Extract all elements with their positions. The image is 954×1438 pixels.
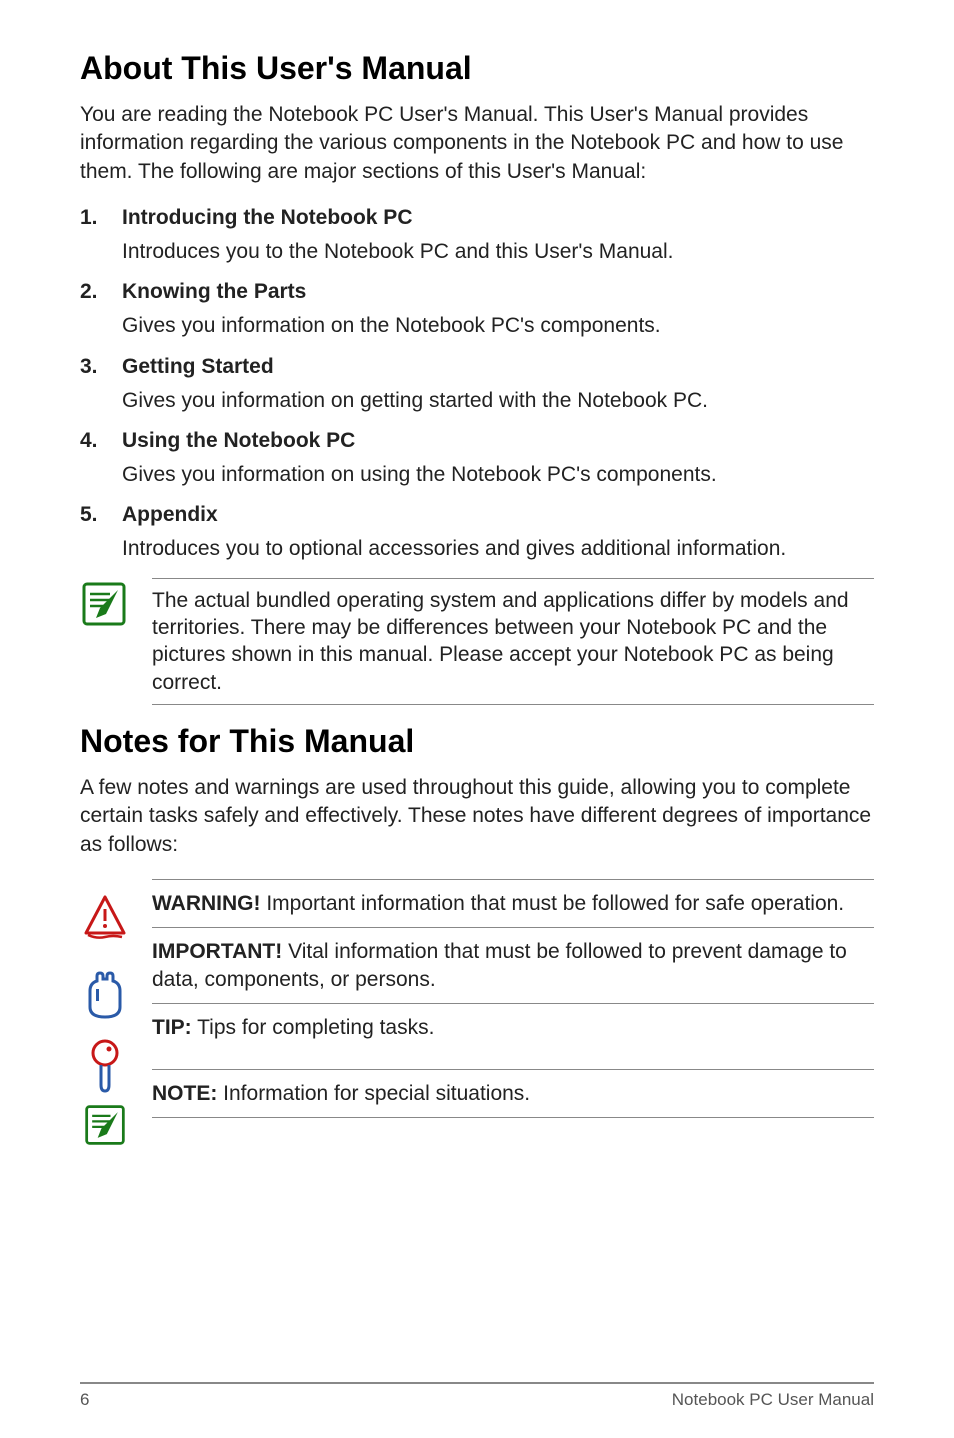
callout-text: Tips for completing tasks. [192, 1016, 435, 1039]
sections-list: 1. Introducing the Notebook PC Introduce… [80, 206, 874, 564]
section-num: 5. [80, 503, 102, 527]
section-desc: Gives you information on using the Noteb… [122, 461, 874, 489]
footer-title: Notebook PC User Manual [672, 1390, 874, 1410]
icon-column [80, 879, 130, 1153]
section-item: 2. Knowing the Parts Gives you informati… [80, 280, 874, 340]
section-num: 2. [80, 280, 102, 304]
callout-text: Important information that must be follo… [261, 892, 845, 915]
section-item: 4. Using the Notebook PC Gives you infor… [80, 429, 874, 489]
callout-label: WARNING! [152, 892, 261, 915]
section-title: Getting Started [122, 355, 274, 379]
section-title: Introducing the Notebook PC [122, 206, 412, 230]
callout-stack: WARNING! Important information that must… [80, 879, 874, 1153]
section-title: Knowing the Parts [122, 280, 306, 304]
section-item: 5. Appendix Introduces you to optional a… [80, 503, 874, 563]
section-num: 1. [80, 206, 102, 230]
page-number: 6 [80, 1390, 89, 1410]
callout-content-column: WARNING! Important information that must… [152, 879, 874, 1153]
callout-tip: TIP: Tips for completing tasks. [152, 1003, 874, 1069]
warning-icon [82, 879, 128, 957]
intro-notes: A few notes and warnings are used throug… [80, 774, 874, 859]
callout-label: IMPORTANT! [152, 940, 282, 963]
section-title: Appendix [122, 503, 218, 527]
callout-note: NOTE: Information for special situations… [152, 1069, 874, 1118]
note-icon [80, 578, 130, 628]
note-block: The actual bundled operating system and … [80, 578, 874, 705]
note-icon [83, 1097, 127, 1153]
page-footer: 6 Notebook PC User Manual [80, 1382, 874, 1410]
heading-notes: Notes for This Manual [80, 723, 874, 760]
section-desc: Gives you information on getting started… [122, 387, 874, 415]
section-title: Using the Notebook PC [122, 429, 355, 453]
note-text: The actual bundled operating system and … [152, 578, 874, 705]
section-num: 4. [80, 429, 102, 453]
callout-text: Information for special situations. [217, 1082, 530, 1105]
section-item: 3. Getting Started Gives you information… [80, 355, 874, 415]
callout-label: NOTE: [152, 1082, 217, 1105]
intro-about: You are reading the Notebook PC User's M… [80, 101, 874, 186]
section-num: 3. [80, 355, 102, 379]
section-desc: Gives you information on the Notebook PC… [122, 312, 874, 340]
important-icon [82, 957, 128, 1035]
heading-about: About This User's Manual [80, 50, 874, 87]
section-desc: Introduces you to optional accessories a… [122, 535, 874, 563]
callout-label: TIP: [152, 1016, 192, 1039]
section-desc: Introduces you to the Notebook PC and th… [122, 238, 874, 266]
callout-important: IMPORTANT! Vital information that must b… [152, 927, 874, 1003]
section-item: 1. Introducing the Notebook PC Introduce… [80, 206, 874, 266]
callout-warning: WARNING! Important information that must… [152, 879, 874, 927]
tip-icon [88, 1035, 122, 1097]
